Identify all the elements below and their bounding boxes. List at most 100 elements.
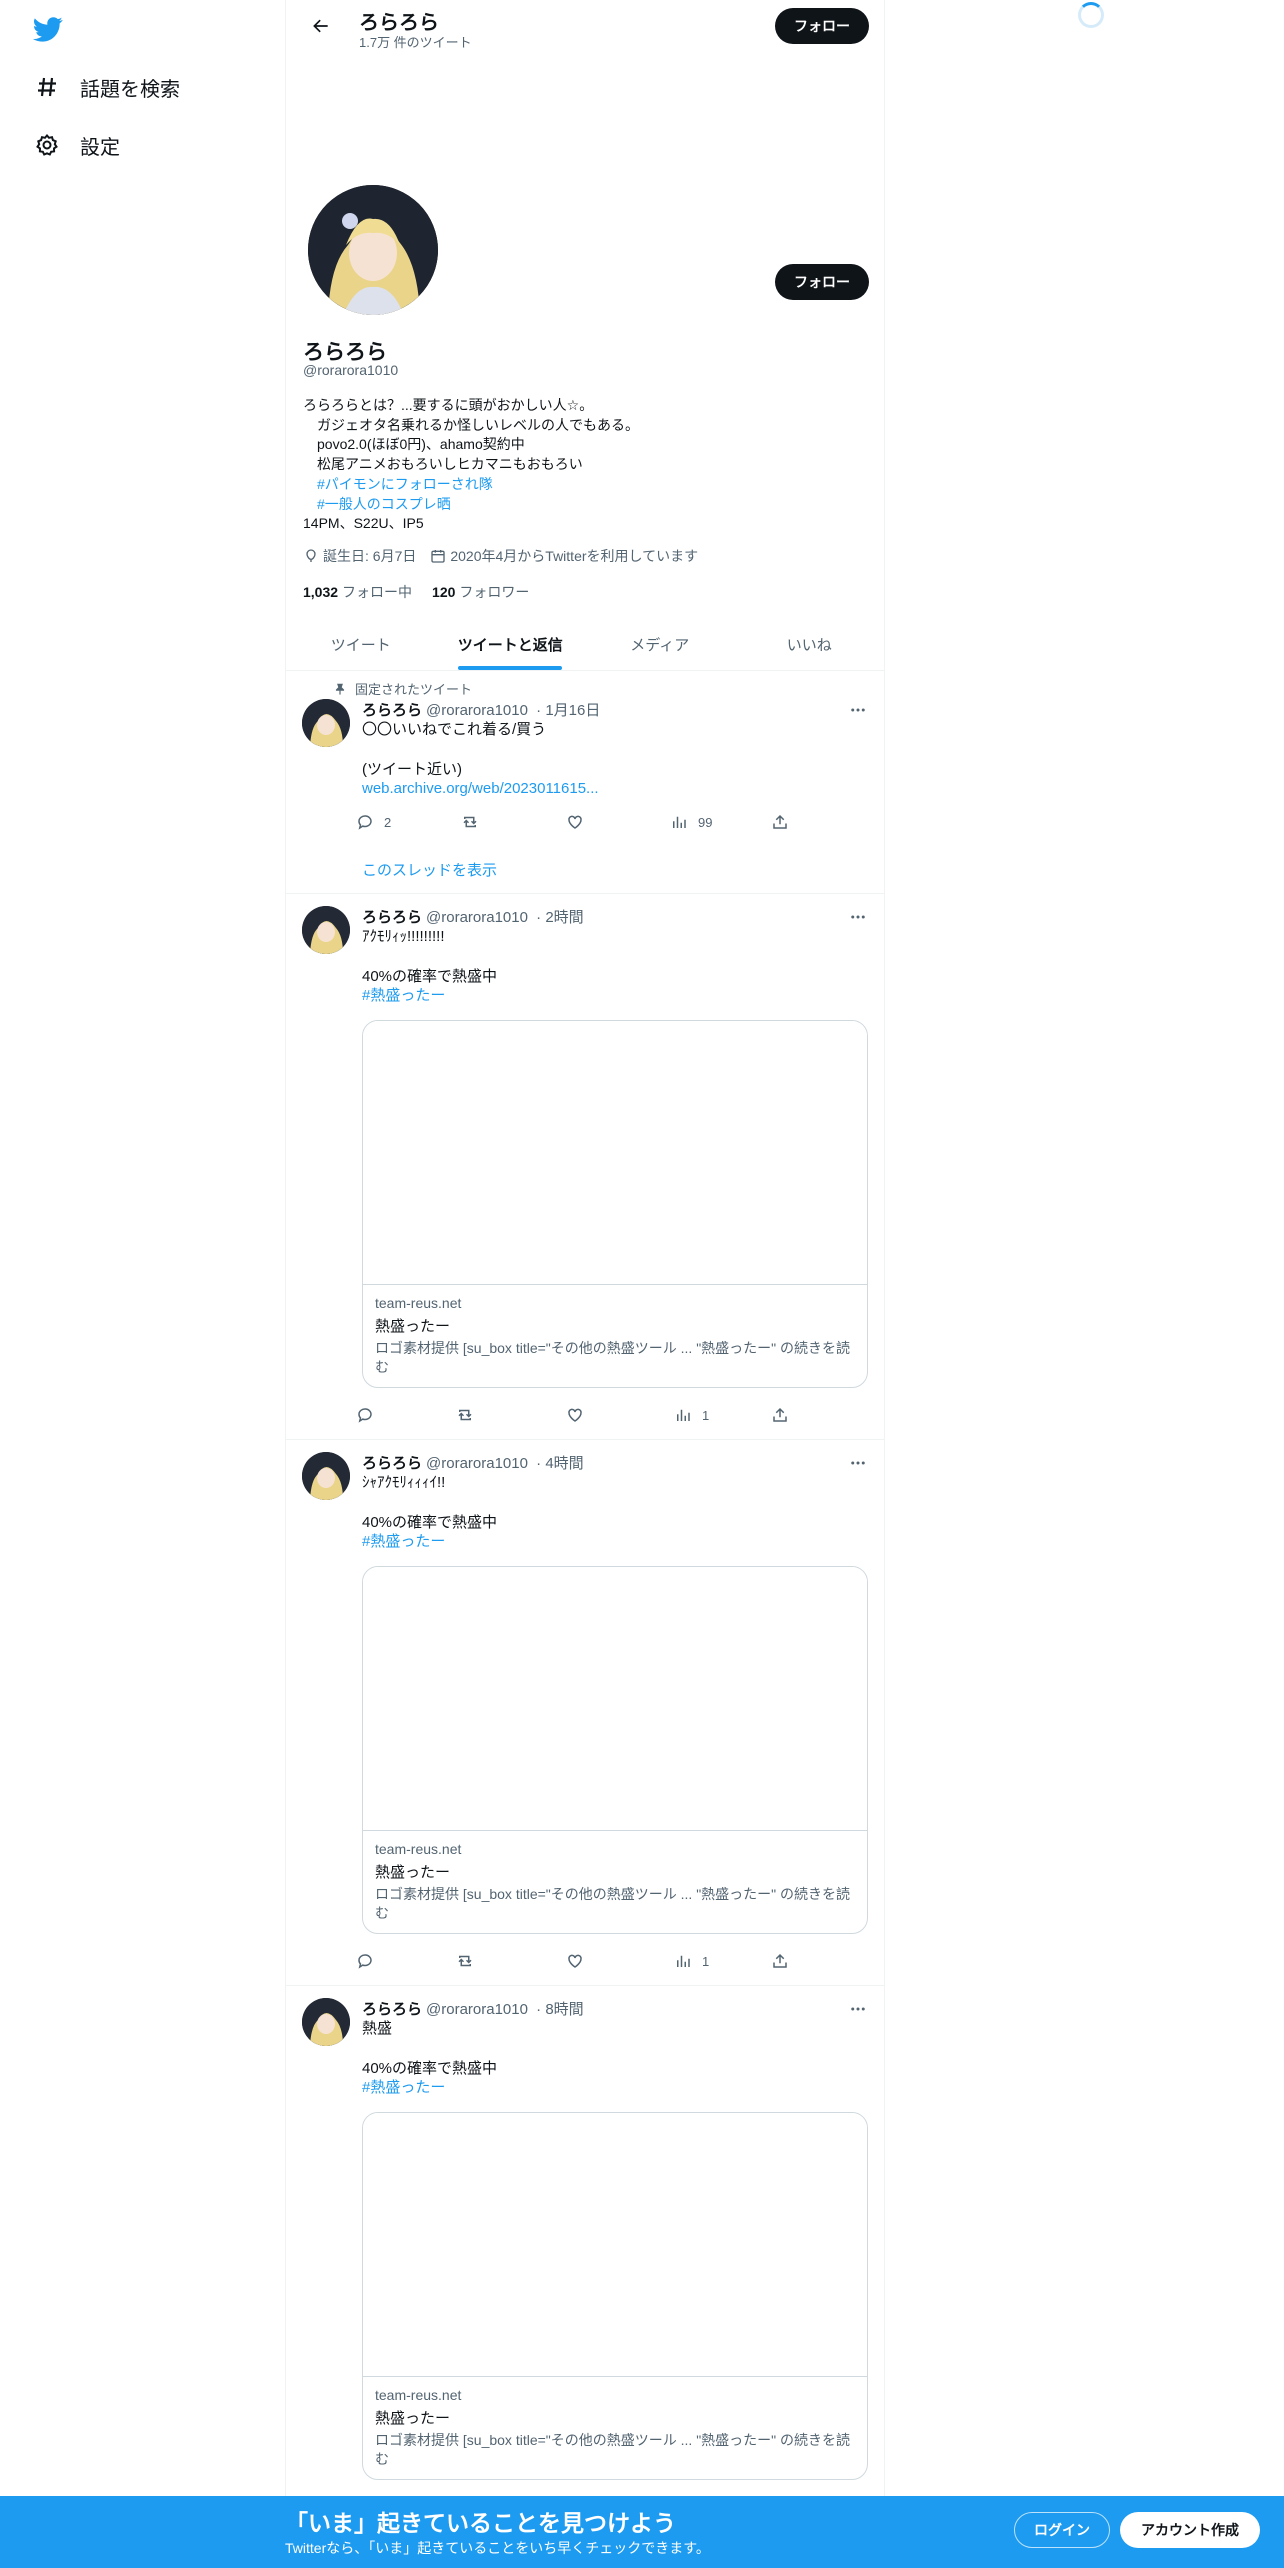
tweet-header: ろらろら @rorarora1010 · 1月16日	[362, 702, 601, 719]
retweet-button[interactable]	[461, 813, 489, 831]
link-card[interactable]: team-reus.net 熱盛ったー ロゴ素材提供 [su_box title…	[362, 1020, 868, 1388]
heart-icon	[568, 1954, 582, 1968]
tweet-link[interactable]: web.archive.org/web/2023011615...	[362, 779, 599, 799]
tweet-author-handle[interactable]: @rorarora1010	[426, 2001, 528, 2018]
card-title: 熱盛ったー	[375, 2410, 451, 2427]
following-link[interactable]: 1,032 フォロー中	[303, 582, 412, 602]
tweet-item[interactable]: 固定されたツイート ろらろら @rorarora1010 · 1月16日 〇〇いい…	[286, 671, 884, 894]
tweet-hashtag-link[interactable]: #熱盛ったー	[362, 986, 497, 1006]
tweet-time[interactable]: 1月16日	[545, 702, 600, 719]
share-icon	[773, 1407, 787, 1422]
share-icon	[773, 814, 787, 829]
tweet-author-name[interactable]: ろらろら	[362, 2001, 422, 2018]
views-button[interactable]: 1	[674, 1406, 709, 1424]
tweet-author-name[interactable]: ろらろら	[362, 1455, 422, 1472]
retweet-button[interactable]	[456, 1406, 484, 1424]
like-button[interactable]	[566, 1406, 594, 1424]
retweet-button[interactable]	[456, 1952, 484, 1970]
card-domain: team-reus.net	[375, 2387, 462, 2403]
signup-button[interactable]: アカウント作成	[1120, 2512, 1260, 2548]
avatar[interactable]	[302, 906, 350, 954]
tab-tweets[interactable]: ツイート	[286, 618, 436, 670]
tweet-hashtag-link[interactable]: #熱盛ったー	[362, 1532, 497, 1552]
avatar[interactable]	[302, 699, 350, 747]
view-count: 1	[702, 1953, 710, 1969]
login-button[interactable]: ログイン	[1014, 2512, 1110, 2548]
reply-button[interactable]	[356, 1952, 384, 1970]
tweet-line: 〇〇いいねでこれ着る/買う	[362, 721, 547, 738]
view-count: 1	[702, 1407, 710, 1423]
avatar[interactable]	[302, 1452, 350, 1500]
tweet-line: 40%の確率で熱盛中	[362, 2059, 498, 2077]
tweet-text: ｱｸﾓﾘｨｯ!!!!!!!!! 40%の確率で熱盛中 #熱盛ったー	[362, 927, 497, 1006]
link-card[interactable]: team-reus.net 熱盛ったー ロゴ素材提供 [su_box title…	[362, 1566, 868, 1934]
avatar[interactable]	[302, 1998, 350, 2046]
tweet-text: 熱盛 40%の確率で熱盛中 #熱盛ったー	[362, 2019, 497, 2098]
tab-tweets-and-replies[interactable]: ツイートと返信	[436, 618, 586, 670]
analytics-icon	[677, 1955, 690, 1967]
reply-icon	[358, 1408, 372, 1423]
views-button[interactable]: 99	[670, 813, 712, 831]
retweet-icon	[458, 1955, 472, 1967]
sidebar-item-explore[interactable]: 話題を検索	[34, 67, 180, 107]
share-button[interactable]	[771, 1952, 799, 1970]
tweet-time[interactable]: 8時間	[545, 2001, 583, 2018]
tweet-hashtag-link[interactable]: #熱盛ったー	[362, 2078, 497, 2098]
tweet-header: ろらろら @rorarora1010 · 2時間	[362, 909, 584, 926]
tweet-author-name[interactable]: ろらろら	[362, 702, 422, 719]
views-button[interactable]: 1	[674, 1952, 709, 1970]
tweet-line: 40%の確率で熱盛中	[362, 1513, 498, 1531]
tab-media[interactable]: メディア	[585, 618, 735, 670]
pinned-label: 固定されたツイート	[355, 682, 473, 697]
profile-follow-button[interactable]: フォロー	[775, 264, 869, 300]
header-follow-button[interactable]: フォロー	[775, 8, 869, 44]
tweet-item[interactable]: ろらろら @rorarora1010 · 2時間 ｱｸﾓﾘｨｯ!!!!!!!!! …	[286, 894, 884, 1440]
share-button[interactable]	[771, 813, 799, 831]
card-description: ロゴ素材提供 [su_box title="その他の熱盛ツール ... "熱盛っ…	[375, 2432, 851, 2467]
bio-hashtag-link[interactable]: #一般人のコスプレ晒	[303, 495, 639, 515]
tweet-item[interactable]: ろらろら @rorarora1010 · 4時間 ｼｬｱｸﾓﾘｨｨｨｲ!! 40%…	[286, 1440, 884, 1986]
joined-info: 2020年4月からTwitterを利用しています	[430, 546, 698, 566]
header-tweet-count: 1.7万 件のツイート	[359, 35, 472, 50]
reply-button[interactable]	[356, 1406, 384, 1424]
tab-likes[interactable]: いいね	[735, 618, 885, 670]
tweet-author-handle[interactable]: @rorarora1010	[426, 909, 528, 926]
card-image	[363, 1021, 867, 1285]
like-button[interactable]	[566, 1952, 594, 1970]
reply-icon	[358, 815, 372, 830]
profile-stats: 1,032 フォロー中 120 フォロワー	[303, 582, 549, 602]
pin-icon	[335, 683, 345, 695]
reply-button[interactable]: 2	[356, 813, 391, 831]
bio-line: 14PM、S22U、IP5	[303, 515, 424, 532]
tweet-item[interactable]: ろらろら @rorarora1010 · 8時間 熱盛 40%の確率で熱盛中 #熱盛…	[286, 1986, 884, 2496]
bio-hashtag-link[interactable]: #パイモンにフォローされ隊	[303, 475, 639, 495]
tweet-author-name[interactable]: ろらろら	[362, 909, 422, 926]
sidebar-item-settings[interactable]: 設定	[34, 125, 120, 165]
retweet-icon	[458, 1409, 472, 1421]
tweet-time[interactable]: 2時間	[545, 909, 583, 926]
share-button[interactable]	[771, 1406, 799, 1424]
tweet-time[interactable]: 4時間	[545, 1455, 583, 1472]
bio-line: povo2.0(ほぼ0円)、ahamo契約中	[303, 436, 525, 453]
sidebar-item-label: 話題を検索	[80, 78, 180, 101]
show-thread-link[interactable]: このスレッドを表示	[362, 859, 497, 880]
link-card[interactable]: team-reus.net 熱盛ったー ロゴ素材提供 [su_box title…	[362, 2112, 868, 2480]
twitter-bird-icon[interactable]	[32, 14, 63, 44]
tweet-header: ろらろら @rorarora1010 · 8時間	[362, 2001, 584, 2018]
more-icon[interactable]	[848, 1453, 868, 1473]
profile-avatar[interactable]	[304, 181, 442, 319]
more-icon[interactable]	[848, 700, 868, 720]
more-icon[interactable]	[848, 907, 868, 927]
followers-link[interactable]: 120 フォロワー	[432, 582, 529, 602]
retweet-icon	[463, 816, 477, 828]
more-icon[interactable]	[848, 1999, 868, 2019]
hashtag-icon	[34, 74, 60, 100]
calendar-icon	[431, 550, 446, 563]
tweet-author-handle[interactable]: @rorarora1010	[426, 702, 528, 719]
back-arrow-icon[interactable]	[307, 12, 335, 40]
gear-icon	[34, 132, 60, 158]
tweet-author-handle[interactable]: @rorarora1010	[426, 1455, 528, 1472]
like-button[interactable]	[566, 813, 594, 831]
tweet-text: 〇〇いいねでこれ着る/買う (ツイート近い) web.archive.org/we…	[362, 720, 599, 799]
left-sidebar: 話題を検索 設定	[0, 0, 285, 2568]
